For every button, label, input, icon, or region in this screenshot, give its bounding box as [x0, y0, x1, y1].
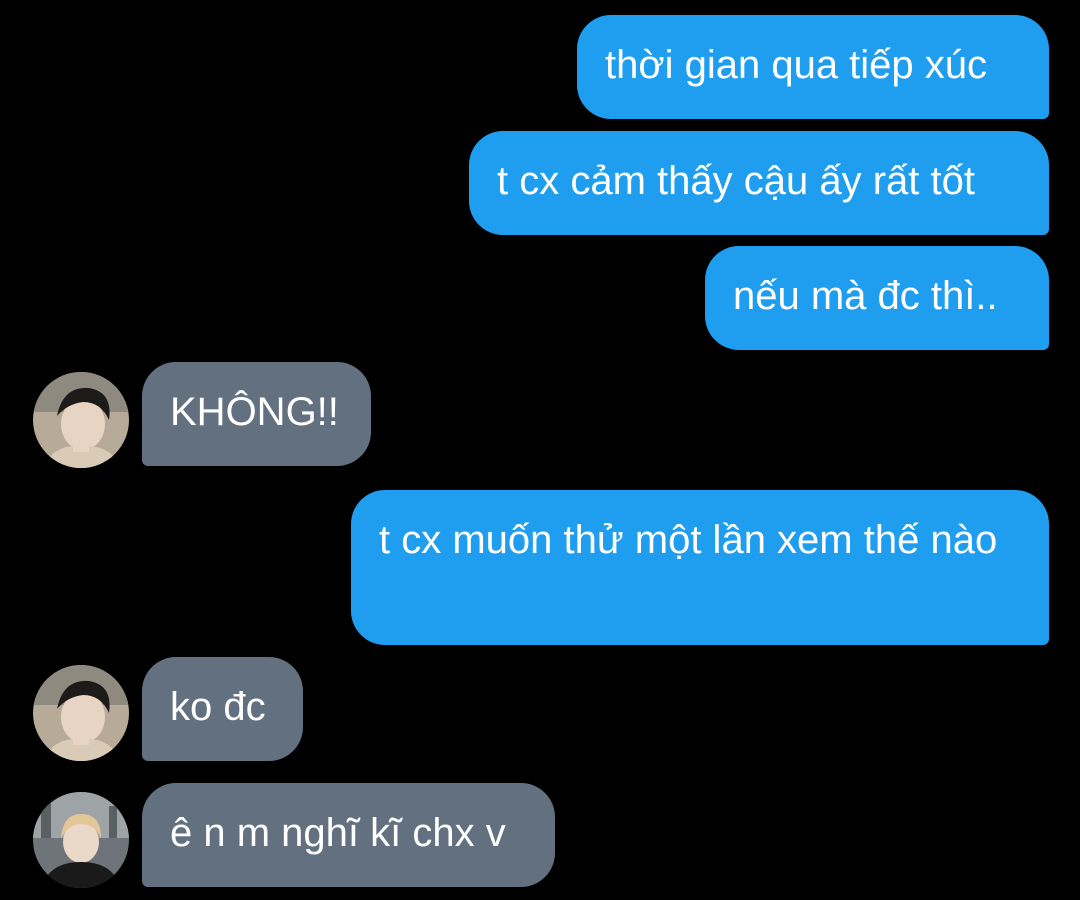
incoming-message[interactable]: ê n m nghĩ kĩ chx v [142, 783, 555, 887]
avatar-photo-icon [33, 665, 129, 761]
outgoing-message[interactable]: t cx cảm thấy cậu ấy rất tốt [469, 131, 1049, 235]
outgoing-message[interactable]: t cx muốn thử một lần xem thế nào [351, 490, 1049, 645]
contact-avatar[interactable] [33, 372, 129, 468]
incoming-message[interactable]: KHÔNG!! [142, 362, 371, 466]
avatar-photo-icon [33, 792, 129, 888]
contact-avatar[interactable] [33, 792, 129, 888]
chat-thread[interactable]: thời gian qua tiếp xúc t cx cảm thấy cậu… [0, 0, 1080, 900]
avatar-photo-icon [33, 372, 129, 468]
outgoing-message[interactable]: nếu mà đc thì.. [705, 246, 1049, 350]
incoming-message[interactable]: ko đc [142, 657, 303, 761]
contact-avatar[interactable] [33, 665, 129, 761]
outgoing-message[interactable]: thời gian qua tiếp xúc [577, 15, 1049, 119]
